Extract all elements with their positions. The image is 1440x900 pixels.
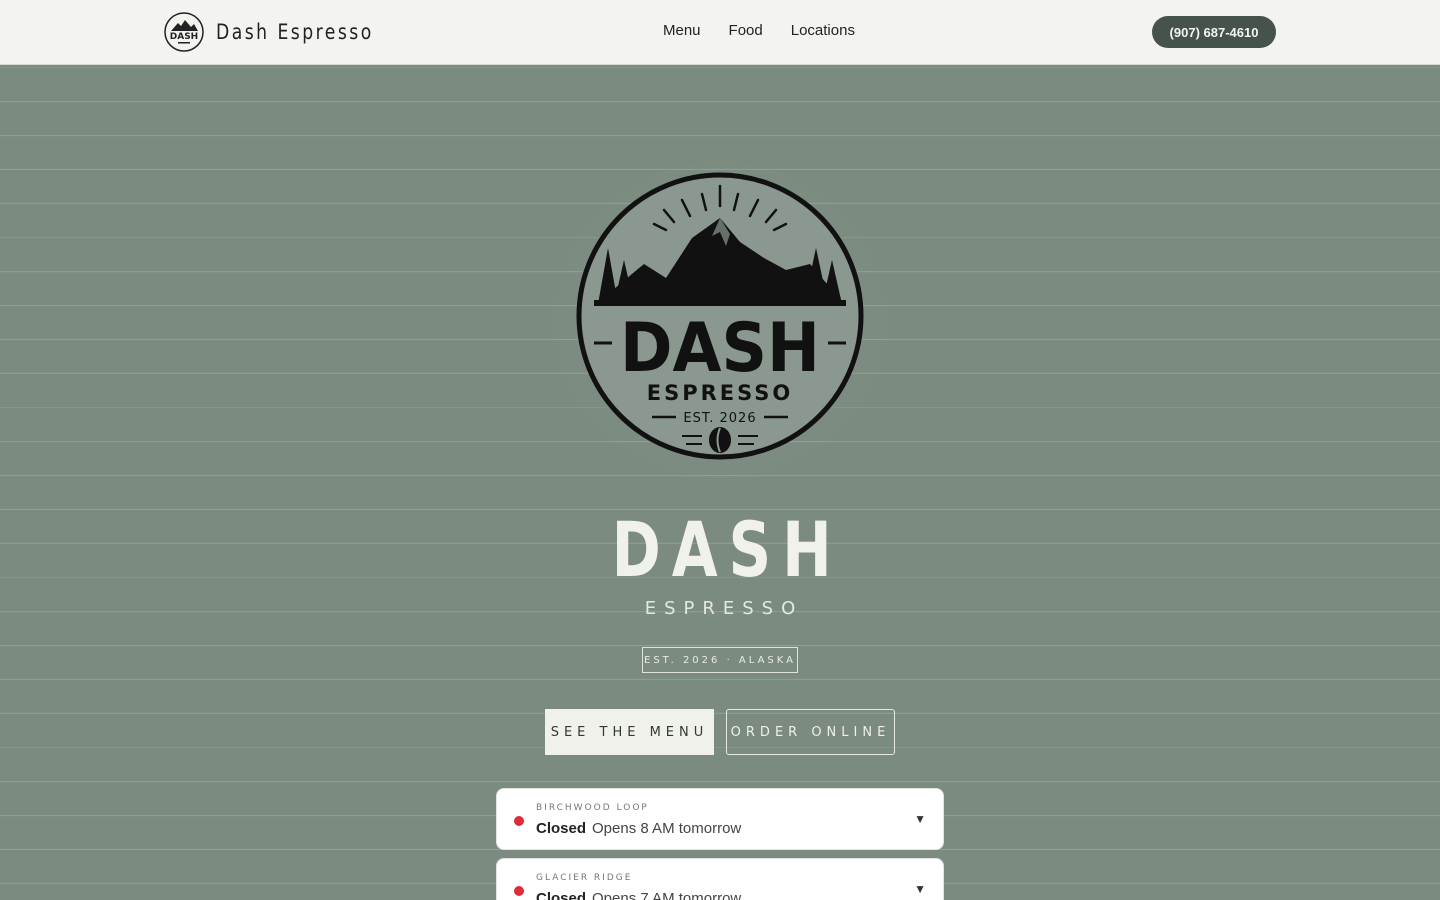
status-dot bbox=[514, 886, 524, 896]
status-detail: Opens 7 AM tomorrow bbox=[592, 890, 742, 900]
logo-subword: ESPRESSO bbox=[647, 381, 794, 405]
hero-subtitle: ESPRESSO bbox=[644, 598, 804, 619]
status-dot bbox=[514, 816, 524, 826]
location-card-birchwood[interactable]: BIRCHWOOD LOOP Closed Opens 8 AM tomorrow… bbox=[496, 788, 944, 850]
location-name: GLACIER RIDGE bbox=[536, 873, 633, 883]
main-nav: Menu Food Locations bbox=[663, 22, 883, 39]
nav-food[interactable]: Food bbox=[729, 22, 763, 39]
location-card-glacier[interactable]: GLACIER RIDGE Closed Opens 7 AM tomorrow … bbox=[496, 858, 944, 900]
svg-text:DASH: DASH bbox=[170, 32, 198, 42]
status-label: Closed bbox=[536, 890, 587, 900]
location-status: Closed Opens 8 AM tomorrow bbox=[536, 820, 741, 837]
brand-name: Dash Espresso bbox=[216, 20, 374, 44]
location-name: BIRCHWOOD LOOP bbox=[536, 803, 649, 813]
location-status: Closed Opens 7 AM tomorrow bbox=[536, 890, 741, 900]
hero-logo-badge: DASH ESPRESSO EST. 2026 bbox=[576, 172, 864, 460]
phone-button[interactable]: (907) 687-4610 bbox=[1152, 16, 1276, 48]
site-header: DASH Dash Espresso Menu Food Locations (… bbox=[0, 0, 1440, 65]
nav-menu[interactable]: Menu bbox=[663, 22, 701, 39]
see-menu-button[interactable]: SEE THE MENU bbox=[545, 709, 714, 755]
chevron-down-icon[interactable]: ▼ bbox=[914, 812, 926, 826]
brand-logo-icon: DASH bbox=[164, 12, 204, 52]
order-online-button[interactable]: ORDER ONLINE bbox=[726, 709, 895, 755]
brand-link[interactable]: DASH Dash Espresso bbox=[164, 12, 408, 52]
logo-wordmark: DASH bbox=[620, 309, 820, 388]
est-badge: EST. 2026 · ALASKA bbox=[642, 647, 798, 673]
status-label: Closed bbox=[536, 820, 587, 837]
status-detail: Opens 8 AM tomorrow bbox=[592, 820, 742, 837]
nav-locations[interactable]: Locations bbox=[791, 22, 855, 39]
hero-title: DASH bbox=[611, 505, 843, 594]
logo-est: EST. 2026 bbox=[683, 411, 756, 426]
chevron-down-icon[interactable]: ▼ bbox=[914, 882, 926, 896]
